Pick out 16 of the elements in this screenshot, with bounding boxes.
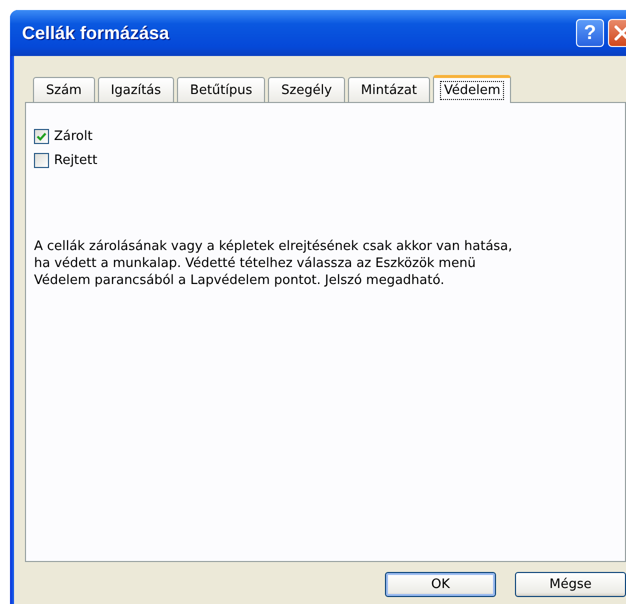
tab[interactable]: Betűtípus [177,77,266,102]
checkbox[interactable] [34,153,49,168]
window-title: Cellák formázása [21,22,170,44]
checkbox[interactable] [34,129,49,144]
checkbox-label: Rejtett [54,153,98,168]
tab[interactable]: Szám [33,77,95,102]
info-text: A cellák zárolásának vagy a képletek elrejtésének csak akkor van hatása, ha védett a munkalap. Védetté tételhez válassza az Eszközök menü Védelem parancsából a Lapvédelem pontot. Jelszó megadható. [34,238,514,289]
checkbox-label: Zárolt [54,129,93,144]
close-icon [613,24,626,42]
tab[interactable]: Mintázat [348,77,430,102]
ok-button[interactable]: OK [385,572,496,597]
checkmark-icon [36,131,47,142]
tab[interactable]: Szegély [268,77,345,102]
tab[interactable]: Védelem [432,75,512,103]
cancel-button[interactable]: Mégse [515,572,626,597]
tab[interactable]: Igazítás [98,77,174,102]
